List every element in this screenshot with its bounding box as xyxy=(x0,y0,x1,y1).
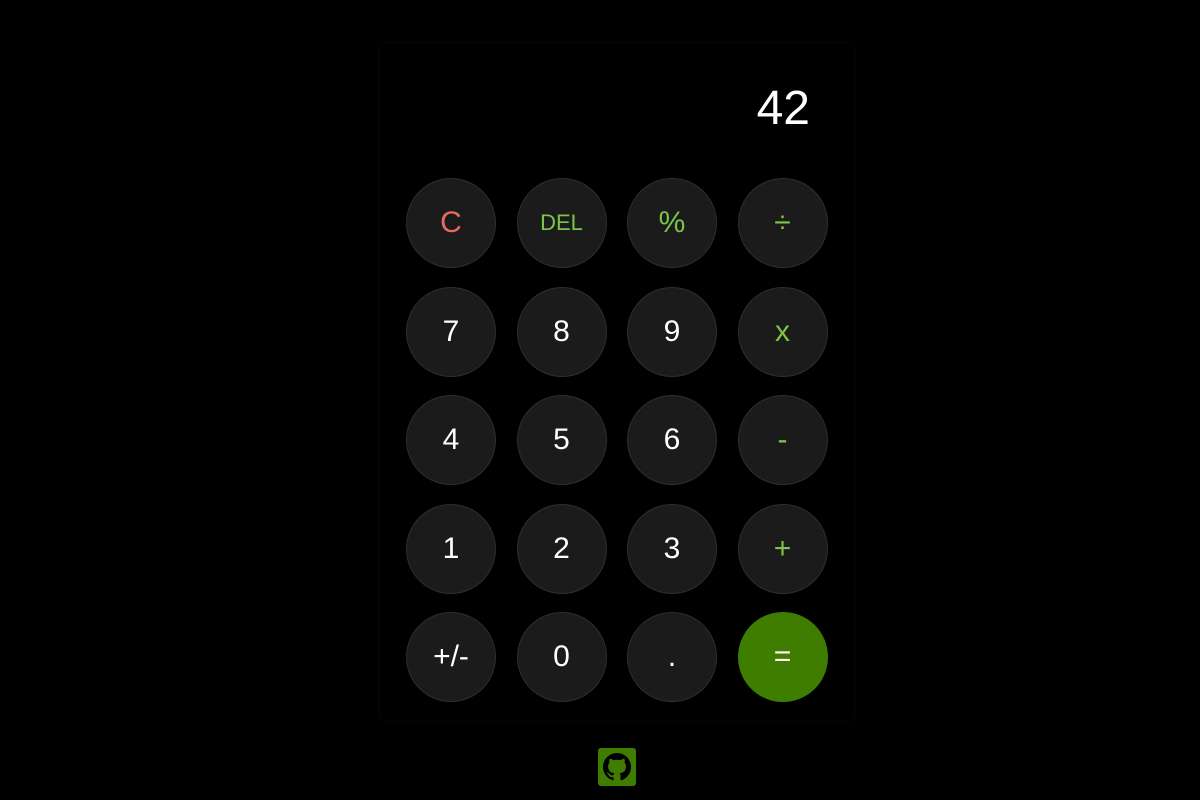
digit-4-button[interactable]: 4 xyxy=(406,395,496,485)
calculator: 42 C DEL% ÷ 7 8 9 x 4 5 6- 1 2 3 + +/- 0. = xyxy=(380,44,854,720)
clear-button[interactable]: C xyxy=(406,178,496,268)
decimal-button[interactable]: . xyxy=(627,612,717,702)
equals-button[interactable]: = xyxy=(737,612,828,702)
digit-8-button[interactable]: 8 xyxy=(516,286,607,377)
digit-3-button[interactable]: 3 xyxy=(627,503,717,594)
digit-7-button[interactable]: 7 xyxy=(406,286,496,377)
digit-1-button[interactable]: 1 xyxy=(406,503,496,594)
divide-button[interactable]: ÷ xyxy=(737,178,828,268)
github-icon xyxy=(603,753,631,781)
result-display: 42 xyxy=(756,82,810,135)
percent-button[interactable]: % xyxy=(627,178,717,268)
toggle-sign-button[interactable]: +/- xyxy=(406,612,496,702)
delete-button[interactable]: DEL xyxy=(516,178,607,268)
subtract-button[interactable]: - xyxy=(737,395,828,485)
keypad: C DEL% ÷ 7 8 9 x 4 5 6- 1 2 3 + +/- 0. = xyxy=(406,178,828,702)
digit-2-button[interactable]: 2 xyxy=(516,503,607,594)
digit-6-button[interactable]: 6 xyxy=(627,395,717,485)
github-link[interactable] xyxy=(598,748,636,786)
digit-5-button[interactable]: 5 xyxy=(516,395,607,485)
digit-0-button[interactable]: 0 xyxy=(516,612,607,702)
digit-9-button[interactable]: 9 xyxy=(627,286,717,377)
add-button[interactable]: + xyxy=(737,503,828,594)
multiply-button[interactable]: x xyxy=(737,286,828,377)
